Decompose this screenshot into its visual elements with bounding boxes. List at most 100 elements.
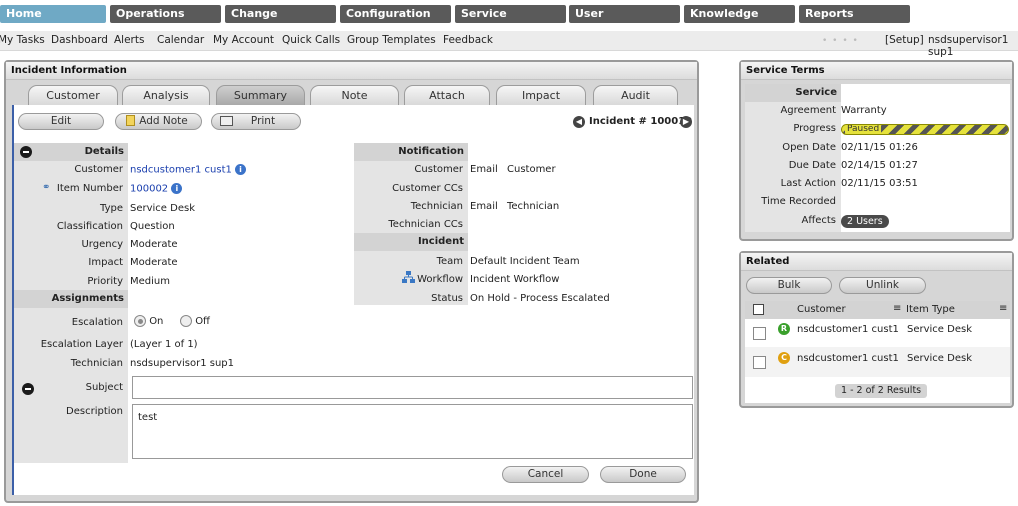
subnav-my-tasks[interactable]: My Tasks (0, 34, 45, 46)
last-action-label: Last Action (780, 178, 836, 189)
tab-summary[interactable]: Summary (216, 85, 305, 105)
table-row[interactable]: R nsdcustomer1 cust1 Service Desk (745, 319, 1010, 347)
setup-link[interactable]: [Setup] (885, 34, 924, 46)
subnav-quick-calls[interactable]: Quick Calls (282, 34, 340, 46)
print-button[interactable]: Print (211, 113, 301, 130)
subnav-dashboard[interactable]: Dashboard (51, 34, 108, 46)
main-navigation: Home Operations Change Configuration Ser… (0, 0, 1018, 31)
previous-incident-icon[interactable]: ◀ (573, 116, 585, 128)
tab-audit[interactable]: Audit (593, 85, 678, 105)
table-row[interactable]: C nsdcustomer1 cust1 Service Desk (745, 347, 1010, 377)
radio-on-label: On (149, 316, 164, 327)
due-date-row: Due Date 02/14/15 01:27 (745, 157, 1010, 175)
workflow-icon (402, 271, 415, 283)
item-number[interactable]: 100002 (130, 184, 168, 195)
subnav-alerts[interactable]: Alerts (114, 34, 144, 46)
nav-tab-change[interactable]: Change (225, 5, 336, 23)
subnav-feedback[interactable]: Feedback (443, 34, 493, 46)
customer-link[interactable]: nsdcustomer1 cust1 i (130, 164, 247, 176)
collapse-subject-icon[interactable] (22, 383, 34, 395)
escalation-layer-label: Escalation Layer (40, 339, 123, 350)
nav-tab-user[interactable]: User (569, 5, 680, 23)
nav-tab-configuration[interactable]: Configuration (340, 5, 451, 23)
subnav-group-templates[interactable]: Group Templates (347, 34, 436, 46)
subnav-calendar[interactable]: Calendar (157, 34, 204, 46)
collapse-details-icon[interactable] (20, 146, 32, 158)
classification-label: Classification (56, 221, 123, 232)
item-number-label: Item Number (56, 183, 123, 194)
done-button[interactable]: Done (600, 466, 686, 483)
column-menu-icon-2[interactable]: ≡ (999, 303, 1007, 314)
nav-tab-home[interactable]: Home (0, 5, 106, 23)
progress-bar: Paused (841, 124, 1009, 135)
tab-attach[interactable]: Attach (404, 85, 490, 105)
service-terms-panel: Service Terms Service Agreement Warranty … (739, 60, 1014, 241)
customer-name[interactable]: nsdcustomer1 cust1 (130, 165, 232, 176)
notify-technician-method: Email (470, 201, 498, 212)
tab-analysis[interactable]: Analysis (122, 85, 210, 105)
notify-customer-method: Email (470, 164, 498, 175)
subject-label: Subject (85, 382, 123, 393)
select-all-icon[interactable] (753, 304, 764, 315)
edit-button[interactable]: Edit (18, 113, 104, 130)
column-menu-icon[interactable]: ≡ (893, 303, 901, 314)
type-value: Service Desk (130, 203, 195, 214)
radio-off-label: Off (195, 316, 210, 327)
affects-row: Affects 2 Users (745, 212, 1010, 230)
progress-text: Paused (845, 124, 882, 134)
next-incident-icon[interactable]: ▶ (680, 116, 692, 128)
bulk-button[interactable]: Bulk (746, 277, 832, 294)
open-date-value: 02/11/15 01:26 (841, 142, 918, 153)
related-table-header: Customer ≡ Item Type ≡ (745, 301, 1010, 319)
subnav-my-account[interactable]: My Account (213, 34, 274, 46)
row-customer: nsdcustomer1 cust1 (797, 353, 899, 364)
add-note-button[interactable]: Add Note (115, 113, 202, 130)
subject-input[interactable] (132, 376, 693, 399)
agreement-label: Agreement (780, 105, 836, 116)
nav-tab-knowledge[interactable]: Knowledge (684, 5, 795, 23)
row-item-type: Service Desk (907, 353, 972, 364)
nav-tab-service[interactable]: Service (455, 5, 566, 23)
incident-heading-text: Incident (417, 236, 464, 247)
nav-tab-operations[interactable]: Operations (110, 5, 221, 23)
priority-value: Medium (130, 276, 170, 287)
tab-customer[interactable]: Customer (28, 85, 118, 105)
note-icon (126, 115, 135, 126)
status-value: On Hold - Process Escalated (470, 293, 610, 304)
notify-technician-target: Technician (507, 201, 560, 212)
print-label: Print (250, 115, 276, 127)
service-terms-title: Service Terms (741, 62, 1012, 80)
unlink-button[interactable]: Unlink (839, 277, 926, 294)
radio-on-icon[interactable] (134, 315, 146, 327)
team-value: Default Incident Team (470, 256, 580, 267)
tab-impact[interactable]: Impact (496, 85, 586, 105)
item-info-icon[interactable]: i (171, 183, 183, 194)
sub-navigation: My Tasks Dashboard Alerts Calendar My Ac… (0, 31, 1018, 58)
assignments-heading: Assignments (14, 290, 128, 308)
related-table: Customer ≡ Item Type ≡ R nsdcustomer1 cu… (745, 301, 1010, 403)
escalation-off-radio[interactable]: Off (180, 315, 210, 327)
due-date-value: 02/14/15 01:27 (841, 160, 918, 171)
agreement-row: Agreement Warranty (745, 102, 1010, 120)
row-checkbox[interactable] (753, 327, 766, 340)
item-number-link[interactable]: 100002 i (130, 183, 183, 195)
tab-note[interactable]: Note (310, 85, 399, 105)
cancel-button[interactable]: Cancel (502, 466, 589, 483)
item-type-column-header[interactable]: Item Type (906, 304, 955, 315)
results-count: 1 - 2 of 2 Results (835, 384, 928, 398)
affects-badge[interactable]: 2 Users (841, 215, 889, 228)
customer-column-header[interactable]: Customer (797, 304, 846, 315)
nav-tab-reports[interactable]: Reports (799, 5, 910, 23)
description-textarea[interactable]: test (132, 404, 693, 459)
notify-customer-target: Customer (507, 164, 556, 175)
impact-label: Impact (88, 257, 123, 268)
customer-info-icon[interactable]: i (235, 164, 247, 175)
open-date-label: Open Date (782, 142, 836, 153)
priority-label: Priority (87, 276, 123, 287)
row-checkbox[interactable] (753, 356, 766, 369)
open-date-row: Open Date 02/11/15 01:26 (745, 139, 1010, 157)
status-label: Status (431, 293, 463, 304)
notification-heading: Notification (354, 143, 468, 161)
escalation-on-radio[interactable]: On (134, 315, 163, 327)
radio-off-icon[interactable] (180, 315, 192, 327)
